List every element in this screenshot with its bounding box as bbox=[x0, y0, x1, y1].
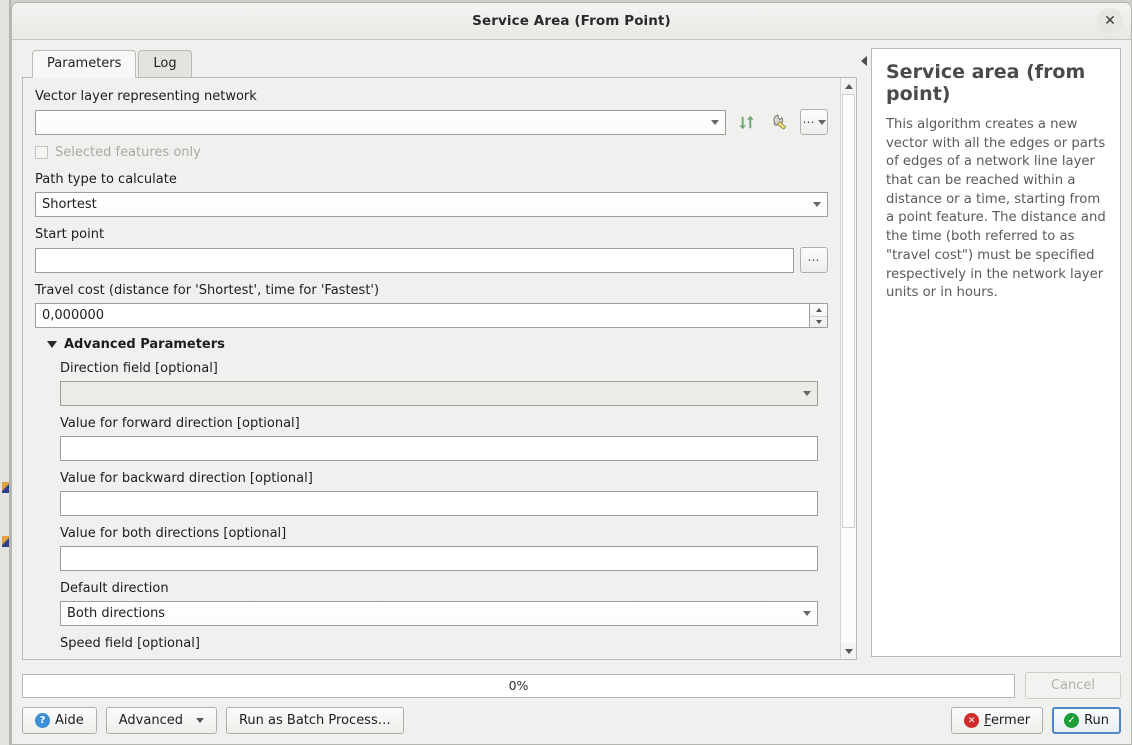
start-point-input[interactable] bbox=[35, 247, 794, 273]
both-directions-input[interactable] bbox=[60, 546, 818, 571]
close-button-mnemonic: F bbox=[984, 713, 991, 728]
background-window-mark bbox=[2, 536, 9, 547]
tab-parameters[interactable]: Parameters bbox=[32, 50, 137, 78]
selected-features-only-label: Selected features only bbox=[55, 145, 201, 160]
background-window-mark bbox=[2, 482, 9, 493]
travel-cost-stepper bbox=[809, 303, 828, 328]
path-type-value: Shortest bbox=[42, 197, 97, 212]
progress-row: 0% Cancel bbox=[22, 672, 1121, 699]
default-direction-combo[interactable]: Both directions bbox=[60, 601, 818, 626]
tab-bar: Parameters Log bbox=[22, 48, 857, 78]
parameters-column: Parameters Log Vector layer representing… bbox=[22, 48, 857, 660]
service-area-dialog: Service Area (From Point) ✕ Parameters L… bbox=[11, 2, 1132, 745]
chevron-down-icon bbox=[47, 341, 57, 348]
progress-label: 0% bbox=[508, 678, 529, 693]
forward-direction-label: Value for forward direction [optional] bbox=[60, 416, 300, 431]
backward-direction-label: Value for backward direction [optional] bbox=[60, 471, 313, 486]
path-type-combo[interactable]: Shortest bbox=[35, 192, 828, 217]
close-icon[interactable]: ✕ bbox=[1097, 8, 1123, 34]
run-button-label: Run bbox=[1084, 713, 1109, 728]
help-icon: ? bbox=[35, 713, 50, 728]
advanced-menu-button[interactable]: Advanced bbox=[105, 707, 217, 734]
travel-cost-row: 0,000000 bbox=[35, 303, 828, 328]
help-panel: Service area (from point) This algorithm… bbox=[871, 48, 1121, 657]
path-type-row: Shortest bbox=[35, 192, 828, 217]
collapse-left-icon[interactable] bbox=[861, 56, 867, 66]
chevron-down-icon bbox=[813, 202, 821, 207]
help-button-label: Aide bbox=[55, 713, 84, 728]
both-directions-row bbox=[60, 546, 818, 571]
vector-layer-label: Vector layer representing network bbox=[35, 89, 257, 104]
travel-cost-label: Travel cost (distance for 'Shortest', ti… bbox=[35, 283, 380, 298]
forward-direction-row bbox=[60, 436, 818, 461]
dialog-bottom-bar: 0% Cancel ? Aide Advanced Run as Batch P… bbox=[12, 660, 1131, 744]
default-direction-row: Both directions bbox=[60, 601, 818, 626]
dialog-body: Parameters Log Vector layer representing… bbox=[12, 40, 1131, 744]
stepper-up-icon[interactable] bbox=[810, 304, 827, 316]
scroll-down-icon[interactable] bbox=[841, 643, 856, 659]
advanced-parameters-toggle[interactable]: Advanced Parameters bbox=[47, 337, 828, 352]
help-button[interactable]: ? Aide bbox=[22, 707, 97, 734]
run-as-batch-button[interactable]: Run as Batch Process… bbox=[225, 707, 404, 734]
refresh-icon[interactable] bbox=[732, 109, 760, 135]
travel-cost-value: 0,000000 bbox=[42, 308, 105, 323]
vector-layer-row: ⋯ bbox=[35, 109, 828, 135]
travel-cost-input[interactable]: 0,000000 bbox=[35, 303, 809, 328]
speed-field-label: Speed field [optional] bbox=[60, 636, 200, 651]
selected-features-only-checkbox[interactable] bbox=[35, 146, 48, 159]
selected-features-only-row[interactable]: Selected features only bbox=[35, 144, 828, 161]
ellipsis-icon[interactable]: ⋯ bbox=[800, 109, 828, 135]
backward-direction-row bbox=[60, 491, 818, 516]
backward-direction-input[interactable] bbox=[60, 491, 818, 516]
dialog-titlebar: Service Area (From Point) ✕ bbox=[12, 3, 1131, 40]
chevron-down-icon bbox=[195, 718, 204, 723]
start-point-label: Start point bbox=[35, 227, 105, 242]
wrench-icon[interactable] bbox=[766, 109, 794, 135]
chevron-down-icon bbox=[803, 391, 811, 396]
scrollbar-track[interactable] bbox=[841, 94, 856, 643]
panel-splitter[interactable] bbox=[857, 48, 871, 660]
direction-field-label: Direction field [optional] bbox=[60, 361, 218, 376]
close-x-icon: ✕ bbox=[964, 713, 980, 728]
forward-direction-input[interactable] bbox=[60, 436, 818, 461]
default-direction-label: Default direction bbox=[60, 581, 169, 596]
parameters-scrollbar[interactable] bbox=[840, 78, 856, 659]
stepper-down-icon[interactable] bbox=[810, 315, 827, 328]
travel-cost-spinner: 0,000000 bbox=[35, 303, 828, 328]
action-button-row: ? Aide Advanced Run as Batch Process… ✕ … bbox=[22, 707, 1121, 734]
chevron-down-icon bbox=[711, 119, 719, 125]
background-window-strip bbox=[0, 0, 9, 745]
close-button-label: Fermer bbox=[984, 713, 1030, 728]
progress-bar: 0% bbox=[22, 673, 1015, 698]
parameters-scroll-area: Vector layer representing network ⋯ Sele… bbox=[23, 78, 840, 659]
start-point-browse-button[interactable]: ⋯ bbox=[800, 247, 828, 273]
both-directions-label: Value for both directions [optional] bbox=[60, 526, 287, 541]
parameters-form: Vector layer representing network ⋯ Sele… bbox=[22, 77, 857, 660]
tab-log[interactable]: Log bbox=[138, 50, 192, 77]
help-description: This algorithm creates a new vector with… bbox=[886, 116, 1106, 301]
default-direction-value: Both directions bbox=[67, 606, 166, 621]
close-button[interactable]: ✕ Fermer bbox=[951, 707, 1044, 734]
vector-layer-combo[interactable] bbox=[35, 109, 726, 135]
run-button[interactable]: ✓ Run bbox=[1052, 707, 1121, 734]
cancel-button: Cancel bbox=[1025, 672, 1121, 699]
dialog-upper-area: Parameters Log Vector layer representing… bbox=[12, 40, 1131, 660]
direction-field-combo[interactable] bbox=[60, 381, 818, 406]
direction-field-row bbox=[60, 381, 818, 406]
chevron-down-icon bbox=[803, 611, 811, 616]
start-point-row: ⋯ bbox=[35, 247, 828, 273]
advanced-parameters-title: Advanced Parameters bbox=[64, 337, 225, 352]
check-circle-icon: ✓ bbox=[1064, 713, 1080, 728]
scroll-up-icon[interactable] bbox=[841, 78, 856, 94]
close-button-rest: ermer bbox=[990, 713, 1031, 728]
help-title: Service area (from point) bbox=[886, 61, 1086, 106]
advanced-parameters-body: Direction field [optional] Value for for… bbox=[59, 360, 828, 652]
dialog-title: Service Area (From Point) bbox=[472, 13, 671, 29]
scrollbar-thumb[interactable] bbox=[842, 94, 855, 528]
advanced-button-label: Advanced bbox=[118, 713, 183, 728]
path-type-label: Path type to calculate bbox=[35, 172, 177, 187]
